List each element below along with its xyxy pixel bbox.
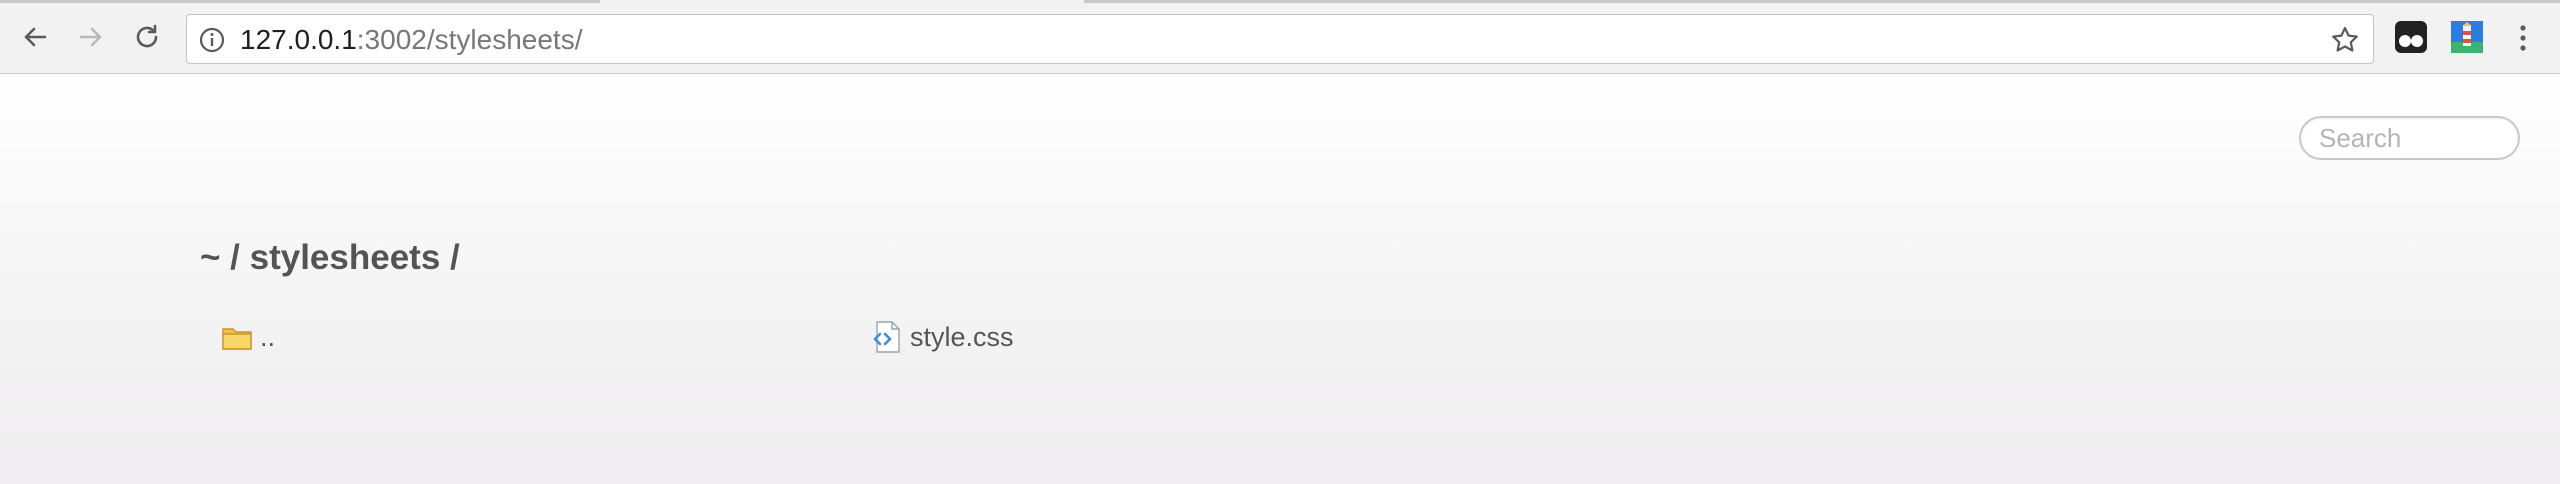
back-arrow-icon	[24, 27, 47, 47]
file-name: style.css	[910, 321, 1014, 352]
info-icon[interactable]	[199, 27, 225, 53]
tab-strip-edge	[0, 0, 600, 3]
lighthouse-extension-button[interactable]	[2450, 20, 2484, 54]
url-path: :3002/stylesheets/	[356, 24, 583, 55]
kebab-menu-icon	[2520, 25, 2526, 51]
url-text[interactable]: 127.0.0.1:3002/stylesheets/	[240, 25, 582, 55]
forward-arrow-icon	[79, 27, 102, 47]
tampermonkey-extension-button[interactable]	[2394, 20, 2428, 54]
tampermonkey-extension-icon	[2395, 21, 2427, 53]
file-name: ..	[260, 321, 276, 352]
lighthouse-extension-icon	[2451, 21, 2483, 53]
search-input[interactable]	[2299, 116, 2520, 160]
back-button[interactable]	[15, 17, 55, 57]
css-file-icon	[873, 321, 900, 353]
directory-listing-page: ~ / stylesheets / .. style.css	[0, 75, 2560, 484]
reload-button[interactable]	[127, 17, 167, 57]
file-list: .. style.css	[220, 317, 1620, 377]
browser-toolbar: 127.0.0.1:3002/stylesheets/	[0, 0, 2560, 74]
reload-icon	[136, 24, 158, 48]
tab-strip-edge	[1084, 0, 2560, 3]
file-item-style-css[interactable]: style.css	[870, 317, 1014, 357]
forward-button[interactable]	[71, 17, 111, 57]
address-bar[interactable]: 127.0.0.1:3002/stylesheets/	[186, 14, 2374, 64]
star-icon[interactable]	[2329, 24, 2361, 56]
breadcrumb: ~ / stylesheets /	[200, 238, 460, 277]
file-item-parent-directory[interactable]: ..	[220, 317, 275, 357]
url-host: 127.0.0.1	[240, 24, 357, 55]
browser-menu-button[interactable]	[2508, 18, 2538, 58]
folder-icon	[222, 328, 252, 350]
